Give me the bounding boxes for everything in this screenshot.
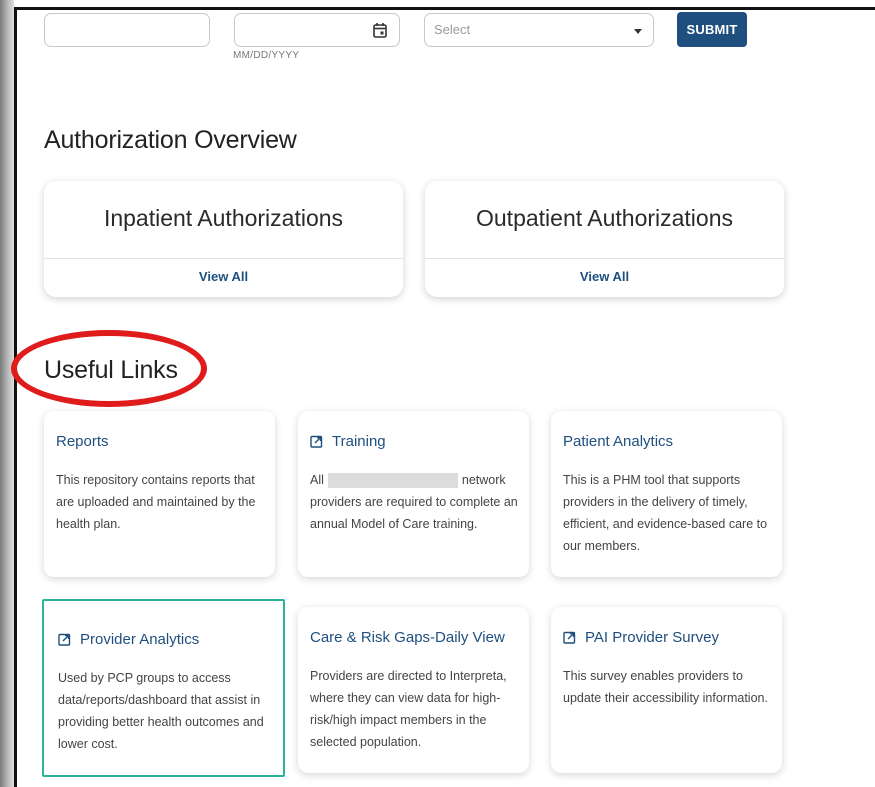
window-shadow: [0, 0, 14, 787]
link-card-description: Providers are directed to Interpreta, wh…: [310, 669, 507, 749]
frame-border-top: [14, 7, 875, 10]
chevron-down-icon: [634, 29, 642, 34]
link-card-provider-analytics[interactable]: Provider Analytics Used by PCP groups to…: [42, 599, 285, 777]
pai-provider-survey-link[interactable]: PAI Provider Survey: [585, 629, 719, 646]
card-title: Inpatient Authorizations: [103, 205, 344, 231]
frame-border-left: [14, 7, 17, 787]
submit-button[interactable]: SUBMIT: [677, 12, 747, 47]
link-card-description: This repository contains reports that ar…: [56, 473, 256, 531]
divider: [425, 258, 784, 259]
training-link[interactable]: Training: [332, 433, 386, 450]
authorization-overview-heading: Authorization Overview: [44, 126, 297, 154]
external-link-icon: [310, 435, 323, 448]
reports-link[interactable]: Reports: [56, 433, 109, 450]
date-format-hint: MM/DD/YYYY: [233, 50, 300, 61]
inpatient-authorizations-card: Inpatient Authorizations View All: [44, 181, 403, 297]
link-card-care-risk-gaps[interactable]: Care & Risk Gaps-Daily View Providers ar…: [298, 607, 529, 773]
provider-analytics-link[interactable]: Provider Analytics: [80, 631, 199, 648]
outpatient-authorizations-card: Outpatient Authorizations View All: [425, 181, 784, 297]
link-card-description: This is a PHM tool that supports provide…: [563, 473, 768, 553]
link-card-description: Used by PCP groups to access data/report…: [58, 671, 264, 751]
calendar-icon[interactable]: [373, 22, 387, 38]
filter-text-input[interactable]: [44, 13, 210, 47]
redacted-text: [327, 473, 458, 489]
link-card-training[interactable]: Training All network providers are requir…: [298, 411, 529, 577]
link-card-patient-analytics[interactable]: Patient Analytics This is a PHM tool tha…: [551, 411, 782, 577]
select-value: Select: [434, 22, 471, 37]
patient-analytics-link[interactable]: Patient Analytics: [563, 433, 673, 450]
link-card-pai-provider-survey[interactable]: PAI Provider Survey This survey enables …: [551, 607, 782, 773]
link-card-title[interactable]: Care & Risk Gaps-Daily View: [310, 629, 505, 646]
description-prefix: All: [310, 473, 324, 487]
link-card-title[interactable]: Provider Analytics: [58, 631, 199, 648]
view-all-link[interactable]: View All: [44, 269, 403, 284]
link-card-description: This survey enables providers to update …: [563, 669, 768, 705]
external-link-icon: [58, 633, 71, 646]
annotation-ellipse: [11, 330, 207, 407]
link-card-title[interactable]: Reports: [56, 433, 109, 450]
select-dropdown[interactable]: Select: [424, 13, 654, 47]
link-card-title[interactable]: PAI Provider Survey: [563, 629, 719, 646]
care-risk-gaps-link[interactable]: Care & Risk Gaps-Daily View: [310, 629, 505, 646]
external-link-icon: [563, 631, 576, 644]
link-card-title[interactable]: Training: [310, 433, 386, 450]
date-input[interactable]: [234, 13, 400, 47]
card-title: Outpatient Authorizations: [476, 205, 733, 231]
link-card-description: All network providers are required to com…: [310, 469, 522, 535]
link-card-reports[interactable]: Reports This repository contains reports…: [44, 411, 275, 577]
view-all-link[interactable]: View All: [425, 269, 784, 284]
link-card-title[interactable]: Patient Analytics: [563, 433, 673, 450]
divider: [44, 258, 403, 259]
